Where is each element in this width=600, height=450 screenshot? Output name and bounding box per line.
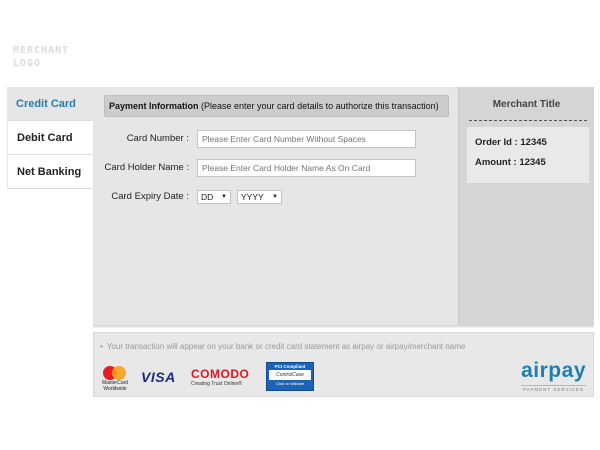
order-id: Order Id : 12345 xyxy=(475,137,547,148)
panel-shadow xyxy=(93,325,594,328)
chevron-down-icon: ▼ xyxy=(272,194,278,200)
expiry-label: Card Expiry Date : xyxy=(111,191,189,202)
order-summary-box: Order Id : 12345 Amount : 12345 xyxy=(467,127,589,183)
mastercard-sublabel: Worldwide xyxy=(103,386,127,392)
comodo-logo: COMODO Creating Trust Online® xyxy=(191,367,249,387)
payment-info-title: Payment Information xyxy=(109,101,199,111)
visa-logo: VISA xyxy=(141,369,176,385)
merchant-logo-line2: LOGO xyxy=(13,58,42,69)
expiry-year-value: YYYY xyxy=(241,192,264,202)
statement-note: • Your transaction will appear on your ba… xyxy=(100,342,465,351)
statement-note-text: Your transaction will appear on your ban… xyxy=(106,342,466,351)
merchant-title: Merchant Title xyxy=(492,99,561,110)
expiry-day-value: DD xyxy=(201,192,214,202)
holder-name-label: Card Holder Name : xyxy=(104,162,189,173)
pci-controlcase: ControlCase xyxy=(269,370,311,380)
pci-compliant-badge[interactable]: PCI Compliant ControlCase Click to Valid… xyxy=(266,362,314,391)
bullet-icon: • xyxy=(100,342,103,351)
airpay-name: airpay xyxy=(521,359,586,382)
payment-info-header: Payment Information (Please enter your c… xyxy=(104,95,449,117)
tab-net-banking[interactable]: Net Banking xyxy=(7,155,93,189)
mastercard-circles-icon xyxy=(103,366,127,380)
holder-name-input[interactable] xyxy=(197,159,416,177)
card-number-label: Card Number : xyxy=(126,133,189,144)
mastercard-logo: MasterCard Worldwide xyxy=(98,366,132,392)
chevron-down-icon: ▼ xyxy=(221,194,227,200)
airpay-logo: airpay PAYMENT SERVICES xyxy=(521,359,586,393)
footer-panel: • Your transaction will appear on your ba… xyxy=(93,332,594,397)
merchant-logo: MERCHANT LOGO xyxy=(13,44,83,70)
payment-form-panel: Payment Information (Please enter your c… xyxy=(93,87,458,325)
expiry-day-select[interactable]: DD ▼ xyxy=(197,190,231,204)
tab-debit-card[interactable]: Debit Card xyxy=(7,121,93,155)
order-amount: Amount : 12345 xyxy=(475,157,546,168)
merchant-logo-line1: MERCHANT xyxy=(13,45,70,56)
payment-method-tabs: Credit Card Debit Card Net Banking xyxy=(7,87,93,189)
card-number-input[interactable] xyxy=(197,130,416,148)
airpay-tagline: PAYMENT SERVICES xyxy=(523,387,585,392)
tab-credit-card[interactable]: Credit Card xyxy=(7,87,93,121)
dashed-divider xyxy=(469,120,587,121)
payment-info-subtitle: (Please enter your card details to autho… xyxy=(198,101,439,111)
pci-title: PCI Compliant xyxy=(274,364,306,369)
merchant-summary-panel: Merchant Title Order Id : 12345 Amount :… xyxy=(458,87,594,325)
comodo-name: COMODO xyxy=(191,367,250,381)
comodo-tagline: Creating Trust Online® xyxy=(191,381,242,387)
expiry-year-select[interactable]: YYYY ▼ xyxy=(237,190,282,204)
pci-validate-link: Click to Validate xyxy=(275,381,305,386)
